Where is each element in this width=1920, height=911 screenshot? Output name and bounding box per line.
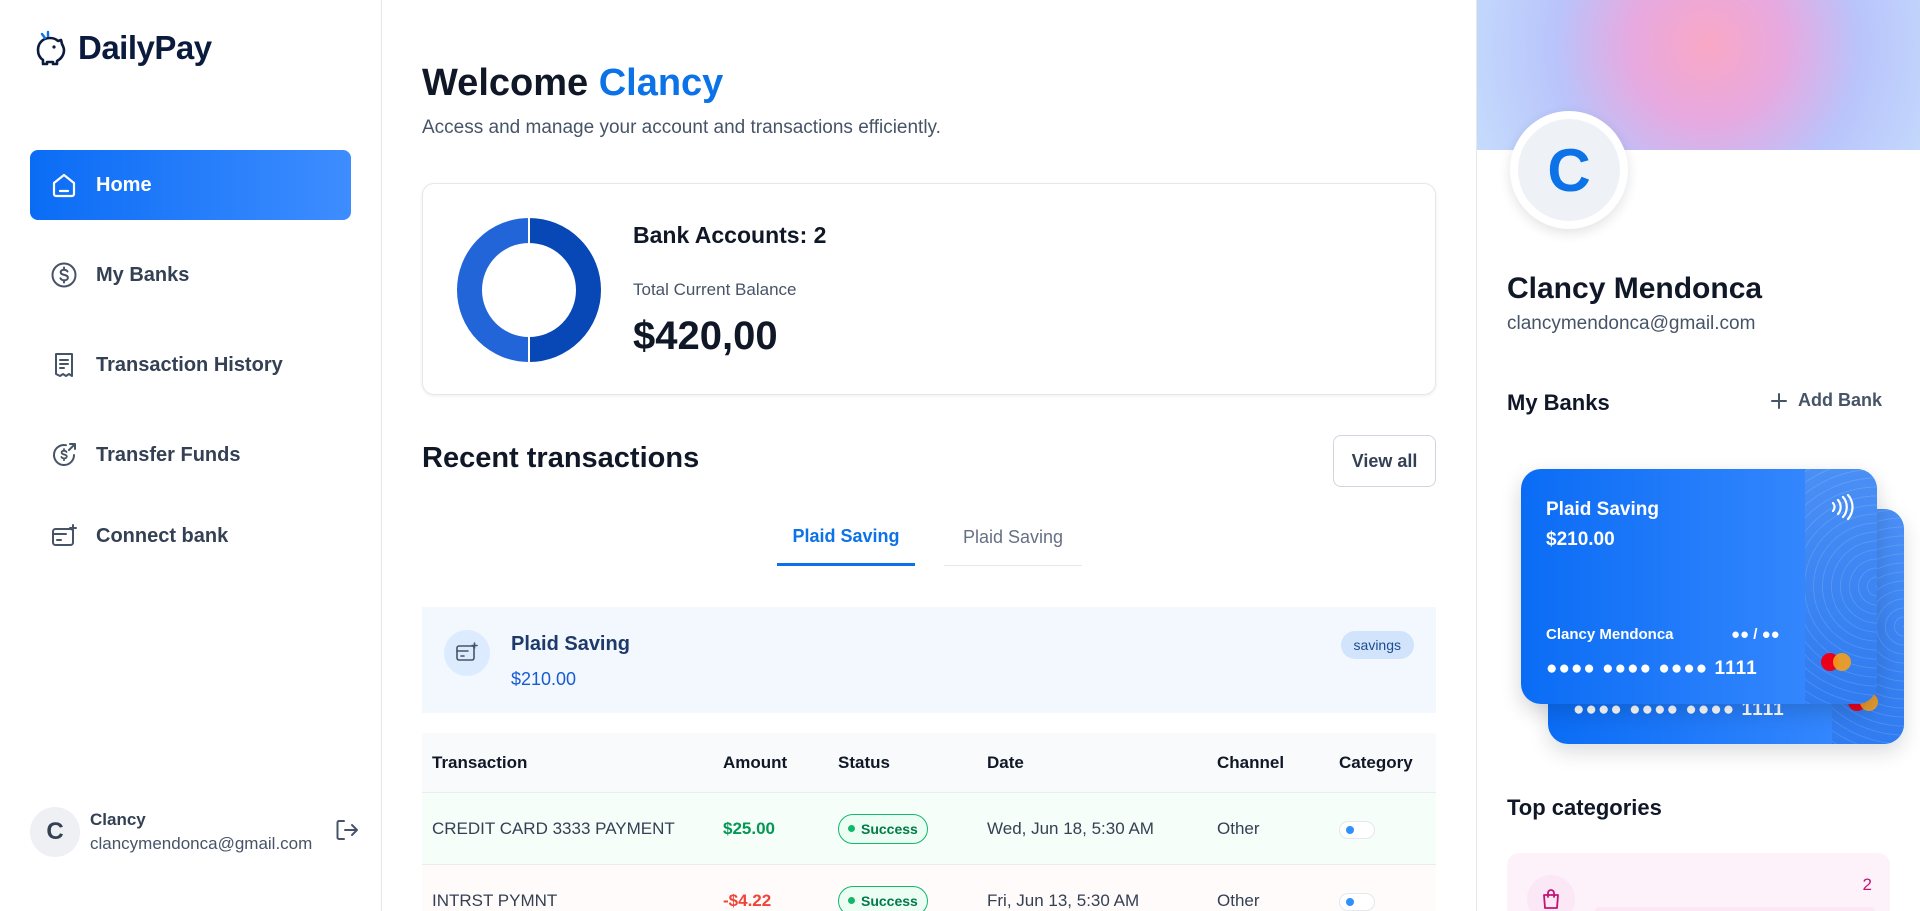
sidebar-item-home[interactable]: Home <box>30 150 351 220</box>
page-subtitle: Access and manage your account and trans… <box>422 117 941 138</box>
logout-icon[interactable] <box>334 817 360 843</box>
column-header: Category <box>1339 752 1413 772</box>
plus-icon <box>1770 392 1787 409</box>
bank-amount: $210.00 <box>511 669 577 689</box>
transaction-amount: -$4.22 <box>723 890 772 910</box>
transaction-date: Wed, Jun 18, 5:30 AM <box>987 818 1154 838</box>
sidebar-item-label: Home <box>96 173 152 196</box>
total-balance-value: $420,00 <box>633 314 778 358</box>
sidebar-item-transfer-funds[interactable]: Transfer Funds <box>30 420 351 490</box>
bank-card-icon <box>444 630 490 676</box>
transaction-date: Fri, Jun 13, 5:30 AM <box>987 890 1140 910</box>
card-balance: $210.00 <box>1546 529 1615 550</box>
total-balance-box: Bank Accounts: 2 Total Current Balance $… <box>422 183 1436 395</box>
donut-slice <box>455 216 530 364</box>
mastercard-logo <box>1821 653 1851 671</box>
welcome-user-name: Clancy <box>598 62 724 104</box>
status-badge: Success <box>838 885 928 911</box>
category-item[interactable]: 2 <box>1507 853 1890 911</box>
tab-plaid-saving-1[interactable]: Plaid Saving <box>777 510 915 566</box>
app-name: DailyPay <box>78 29 212 66</box>
sidebar-item-label: Transaction History <box>96 353 283 376</box>
table-header: Transaction Amount Status Date Channel C… <box>422 733 1436 793</box>
home-icon <box>52 173 76 198</box>
piggy-bank-icon <box>36 30 66 66</box>
top-categories-title: Top categories <box>1507 795 1662 820</box>
bank-name: Plaid Saving <box>511 633 630 655</box>
sidebar-item-label: My Banks <box>96 263 190 286</box>
receipt-icon <box>55 353 73 377</box>
sidebar-item-my-banks[interactable]: My Banks <box>30 240 351 310</box>
bank-accounts-count: Bank Accounts: 2 <box>633 222 827 248</box>
profile-email: clancymendonca@gmail.com <box>1507 313 1756 334</box>
card-bank-name: Plaid Saving <box>1546 499 1659 520</box>
column-header: Amount <box>723 752 788 772</box>
view-all-button[interactable]: View all <box>1333 435 1436 487</box>
column-header: Date <box>987 752 1024 772</box>
transaction-channel: Other <box>1217 818 1260 838</box>
status-label: Success <box>861 892 918 909</box>
profile-avatar-initial: C <box>1518 119 1620 221</box>
status-badge: Success <box>838 813 928 844</box>
bank-info-banner[interactable]: Plaid Saving $210.00 savings <box>422 607 1436 713</box>
card-number: ●●●● ●●●● ●●●● 1111 <box>1546 658 1758 679</box>
main-content: Welcome Clancy Access and manage your ac… <box>382 0 1476 911</box>
column-header: Transaction <box>432 752 528 772</box>
account-type-badge: savings <box>1340 631 1414 659</box>
contactless-icon <box>1831 493 1854 521</box>
profile-avatar: C <box>1510 111 1628 229</box>
dollar-circle-icon <box>51 262 77 288</box>
welcome-prefix: Welcome <box>422 62 589 104</box>
transactions-table: Transaction Amount Status Date Channel C… <box>422 733 1436 911</box>
balance-donut-chart <box>455 216 603 364</box>
my-banks-title: My Banks <box>1507 390 1610 415</box>
transaction-channel: Other <box>1217 890 1260 910</box>
category-count: 2 <box>1862 875 1872 894</box>
card-add-icon <box>52 524 77 546</box>
transaction-name: INTRST PYMNT <box>432 890 558 910</box>
category-progress-bar <box>1595 907 1875 911</box>
shopping-bag-icon <box>1527 875 1575 911</box>
table-row[interactable]: INTRST PYMNT -$4.22 Success Fri, Jun 13,… <box>422 865 1436 911</box>
category-badge <box>1339 892 1375 911</box>
card-expiry: ●● / ●● <box>1731 626 1780 643</box>
logo[interactable]: DailyPay <box>30 28 212 68</box>
column-header: Channel <box>1217 752 1285 772</box>
recent-transactions-title: Recent transactions <box>422 442 700 474</box>
footer-user-name: Clancy <box>90 810 146 829</box>
sidebar-item-label: Connect bank <box>96 524 229 547</box>
column-header: Status <box>838 752 890 772</box>
right-sidebar: C Clancy Mendonca clancymendonca@gmail.c… <box>1476 0 1920 911</box>
footer-user-email: clancymendonca@gmail.com <box>90 834 313 853</box>
avatar: C <box>30 807 80 857</box>
category-badge <box>1339 820 1375 839</box>
transaction-amount: $25.00 <box>723 818 775 838</box>
money-send-icon <box>53 443 76 466</box>
sidebar-footer-user: C Clancy clancymendonca@gmail.com <box>30 802 360 862</box>
app-root: DailyPay Home My Banks Transaction Histo… <box>0 0 1920 911</box>
sidebar: DailyPay Home My Banks Transaction Histo… <box>0 0 382 911</box>
total-balance-label: Total Current Balance <box>633 280 797 299</box>
sidebar-item-connect-bank[interactable]: Connect bank <box>30 501 351 571</box>
page-title: Welcome Clancy <box>422 62 723 105</box>
sidebar-item-label: Transfer Funds <box>96 443 241 466</box>
table-row[interactable]: CREDIT CARD 3333 PAYMENT $25.00 Success … <box>422 793 1436 865</box>
sidebar-item-transaction-history[interactable]: Transaction History <box>30 330 351 400</box>
profile-name: Clancy Mendonca <box>1507 272 1763 305</box>
transaction-name: CREDIT CARD 3333 PAYMENT <box>432 818 675 838</box>
card-holder-name: Clancy Mendonca <box>1546 626 1674 643</box>
bank-card-primary[interactable]: Plaid Saving $210.00 Clancy Mendonca ●● … <box>1521 469 1877 704</box>
tab-plaid-saving-2[interactable]: Plaid Saving <box>944 510 1082 566</box>
add-bank-label: Add Bank <box>1797 390 1882 410</box>
status-label: Success <box>861 820 918 837</box>
add-bank-button[interactable]: Add Bank <box>1770 390 1882 411</box>
donut-slice <box>528 216 603 364</box>
